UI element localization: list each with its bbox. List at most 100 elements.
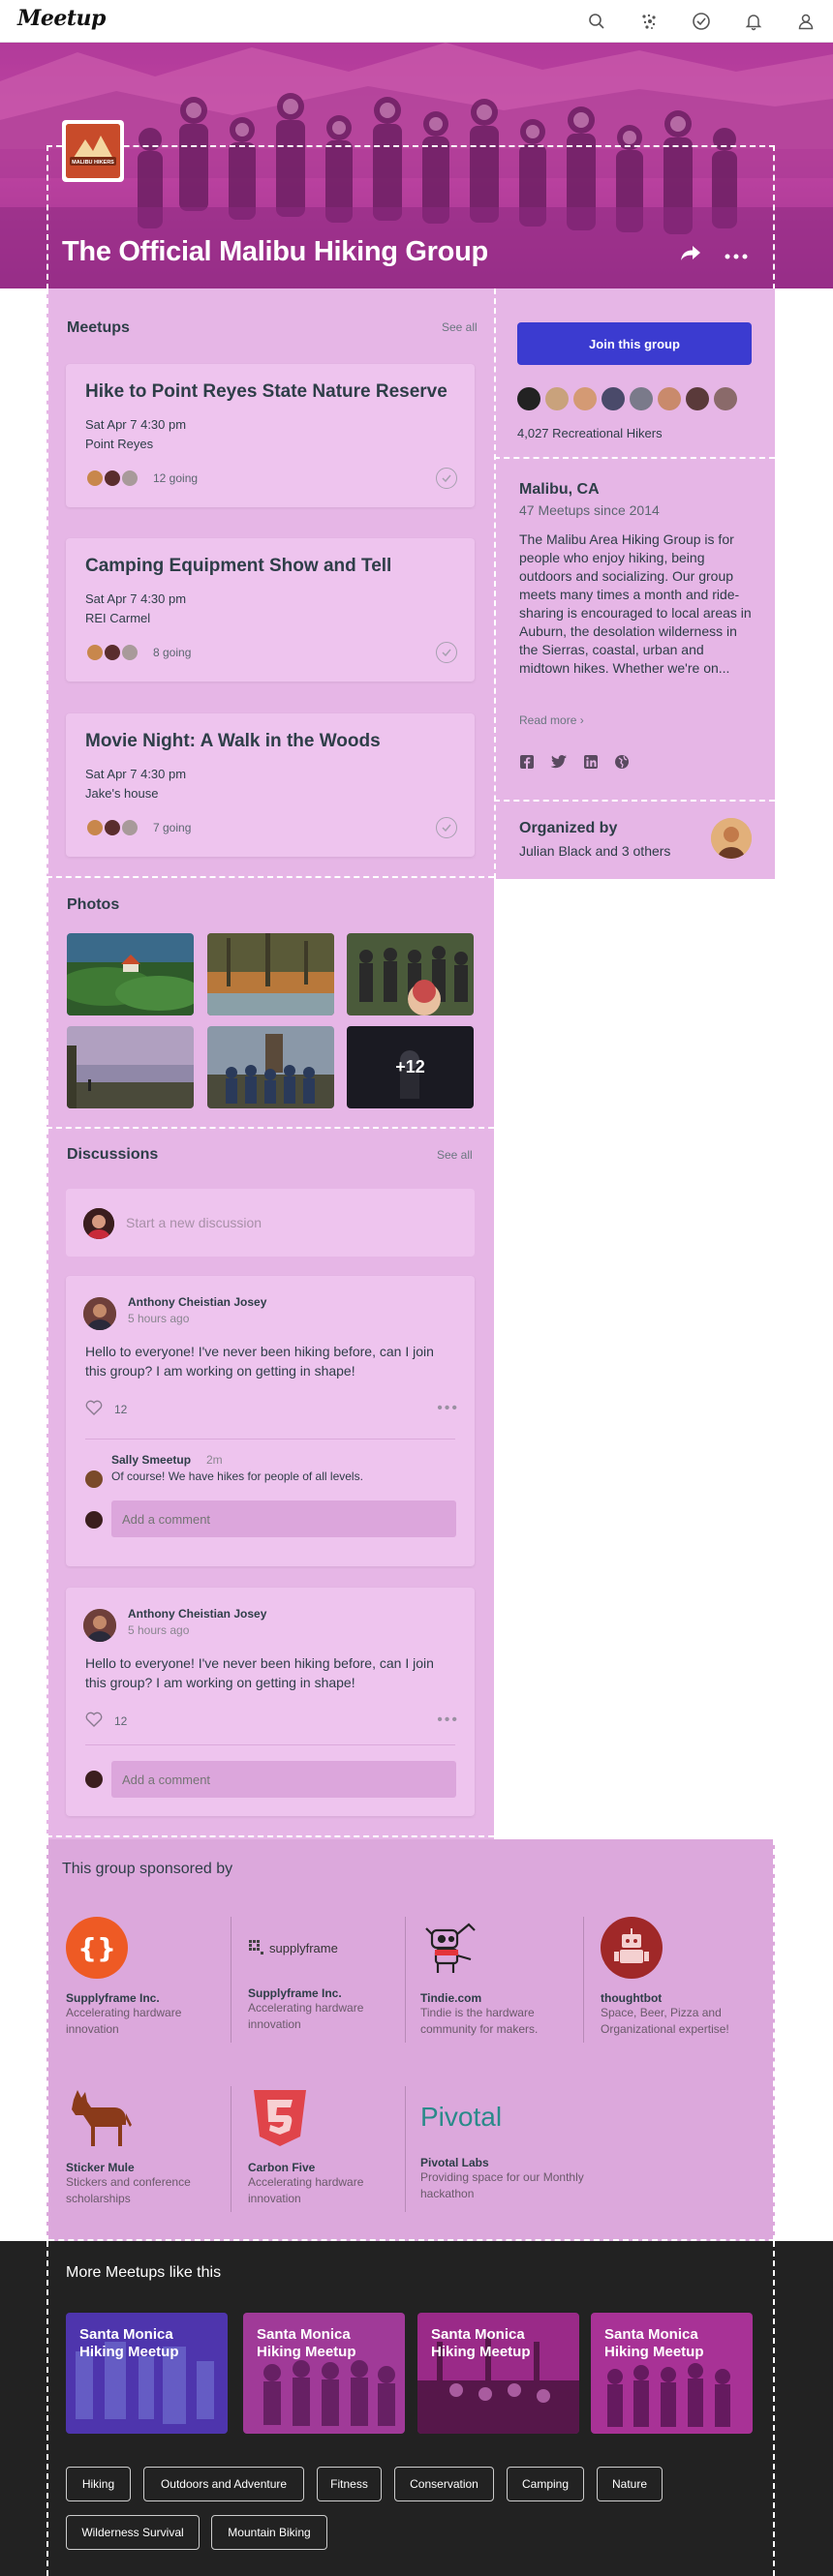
organizer-avatar[interactable] — [711, 818, 752, 859]
post-author[interactable]: Anthony Cheistian Josey — [128, 1607, 266, 1621]
sponsor-item[interactable]: Pivotal Pivotal Labs Providing space for… — [420, 2086, 590, 2202]
sponsors-section: This group sponsored by {} Supplyframe I… — [46, 1839, 775, 2241]
topic-tag[interactable]: Conservation — [394, 2467, 494, 2501]
avatar[interactable] — [714, 387, 737, 410]
read-more-link[interactable]: Read more › — [519, 713, 584, 727]
sponsor-item[interactable]: Sticker Mule Stickers and conference sch… — [66, 2086, 235, 2207]
reply-avatar[interactable] — [85, 1470, 103, 1488]
discussions-see-all[interactable]: See all — [437, 1148, 473, 1162]
avatar[interactable] — [602, 387, 625, 410]
photo-more-thumbnail[interactable]: +12 — [347, 1026, 474, 1108]
post-text: Hello to everyone! I've never been hikin… — [85, 1655, 434, 1690]
photo-thumbnail[interactable] — [207, 1026, 334, 1108]
topic-tag[interactable]: Outdoors and Adventure — [143, 2467, 304, 2501]
heart-icon[interactable] — [85, 1400, 103, 1418]
sponsors-title: This group sponsored by — [62, 1861, 233, 1877]
author-avatar[interactable] — [83, 1609, 116, 1642]
attendee-avatars — [85, 643, 139, 662]
calendar-check-icon[interactable] — [688, 8, 715, 35]
event-date: Sat Apr 7 4:30 pm — [85, 591, 187, 606]
meetup-suggestion-card[interactable]: Santa Monica Hiking Meetup — [591, 2313, 753, 2434]
add-comment-input[interactable] — [111, 1761, 456, 1798]
avatar[interactable] — [686, 387, 709, 410]
post-more-icon[interactable]: ••• — [437, 1712, 459, 1729]
nav-icons — [583, 8, 819, 35]
member-avatars — [517, 387, 737, 410]
photo-thumbnail[interactable] — [67, 1026, 194, 1108]
reply-time: 2m — [206, 1453, 223, 1467]
photo-thumbnail[interactable] — [347, 933, 474, 1015]
topic-tag[interactable]: Mountain Biking — [211, 2515, 327, 2550]
sponsor-item[interactable]: supplyframe Supplyframe Inc. Acceleratin… — [248, 1917, 417, 2033]
event-title[interactable]: Hike to Point Reyes State Nature Reserve — [85, 381, 447, 403]
website-icon[interactable] — [614, 754, 630, 774]
avatar[interactable] — [517, 387, 540, 410]
meetup-suggestion-card[interactable]: Santa Monica Hiking Meetup — [243, 2313, 405, 2434]
meetups-see-all[interactable]: See all — [442, 320, 478, 334]
event-card[interactable]: Movie Night: A Walk in the Woods Sat Apr… — [66, 713, 475, 857]
author-avatar[interactable] — [83, 1297, 116, 1330]
topic-tag[interactable]: Wilderness Survival — [66, 2515, 200, 2550]
profile-icon[interactable] — [792, 8, 819, 35]
topic-tag[interactable]: Hiking — [66, 2467, 131, 2501]
avatar — [103, 818, 122, 837]
dashed-border-left — [46, 2241, 48, 2576]
sponsor-separator — [583, 1917, 584, 2043]
rsvp-check-icon[interactable] — [436, 468, 457, 489]
event-title[interactable]: Camping Equipment Show and Tell — [85, 556, 391, 577]
sponsor-name: Supplyframe Inc. — [66, 1991, 160, 2005]
add-comment-input[interactable] — [111, 1500, 456, 1537]
photo-thumbnail[interactable] — [67, 933, 194, 1015]
avatar[interactable] — [658, 387, 681, 410]
avatar — [85, 818, 105, 837]
avatar[interactable] — [573, 387, 597, 410]
avatar — [103, 469, 122, 488]
sponsor-item[interactable]: Tindie.com Tindie is the hardware commun… — [420, 1917, 590, 2038]
notifications-icon[interactable] — [740, 8, 767, 35]
sponsor-item[interactable]: thoughtbot Space, Beer, Pizza and Organi… — [601, 1917, 770, 2038]
supplyframe-logo-icon: supplyframe — [248, 1917, 417, 1979]
meetup-logo[interactable]: Meetup — [17, 6, 106, 31]
meetup-suggestion-label: Santa Monica Hiking Meetup — [257, 2326, 356, 2360]
reply-author[interactable]: Sally Smeetup — [111, 1453, 191, 1467]
meetup-suggestion-card[interactable]: Santa Monica Hiking Meetup — [417, 2313, 579, 2434]
group-logo[interactable]: MALIBU HIKERS — [62, 120, 124, 182]
share-icon[interactable] — [680, 244, 701, 266]
sponsor-item[interactable]: {} Supplyframe Inc. Accelerating hardwar… — [66, 1917, 235, 2038]
sponsor-desc: Providing space for our Monthly hackatho… — [420, 2170, 584, 2200]
group-location: Malibu, CA — [519, 481, 600, 498]
new-discussion-box[interactable]: Start a new discussion — [66, 1189, 475, 1257]
post-author[interactable]: Anthony Cheistian Josey — [128, 1295, 266, 1309]
topic-tag[interactable]: Fitness — [317, 2467, 382, 2501]
event-card[interactable]: Hike to Point Reyes State Nature Reserve… — [66, 364, 475, 507]
topic-tag[interactable]: Nature — [597, 2467, 663, 2501]
organizer-names[interactable]: Julian Black and 3 others — [519, 843, 670, 859]
more-photos-count[interactable]: +12 — [347, 1026, 474, 1108]
search-icon[interactable] — [583, 8, 610, 35]
avatar — [85, 469, 105, 488]
meetup-suggestion-label: Santa Monica Hiking Meetup — [604, 2326, 704, 2360]
post-more-icon[interactable]: ••• — [437, 1400, 459, 1417]
join-group-button[interactable]: Join this group — [517, 322, 752, 365]
avatar — [103, 643, 122, 662]
rsvp-check-icon[interactable] — [436, 642, 457, 663]
photo-thumbnail[interactable] — [207, 933, 334, 1015]
heart-icon[interactable] — [85, 1712, 103, 1730]
new-discussion-placeholder[interactable]: Start a new discussion — [126, 1215, 262, 1230]
facebook-icon[interactable] — [519, 754, 535, 774]
members-count[interactable]: 4,027 Recreational Hikers — [517, 426, 663, 440]
avatar[interactable] — [545, 387, 569, 410]
topic-tag[interactable]: Camping — [507, 2467, 584, 2501]
explore-icon[interactable] — [635, 8, 663, 35]
rsvp-check-icon[interactable] — [436, 817, 457, 838]
sponsor-item[interactable]: Carbon Five Accelerating hardware innova… — [248, 2086, 417, 2207]
meetup-suggestion-card[interactable]: Santa Monica Hiking Meetup — [66, 2313, 228, 2434]
twitter-icon[interactable] — [550, 754, 568, 774]
more-icon[interactable] — [725, 247, 748, 264]
event-title[interactable]: Movie Night: A Walk in the Woods — [85, 731, 381, 752]
sponsor-name: Supplyframe Inc. — [248, 1986, 342, 2000]
svg-text:{}: {} — [77, 1932, 116, 1964]
linkedin-icon[interactable] — [583, 754, 599, 774]
avatar[interactable] — [630, 387, 653, 410]
event-card[interactable]: Camping Equipment Show and Tell Sat Apr … — [66, 538, 475, 682]
